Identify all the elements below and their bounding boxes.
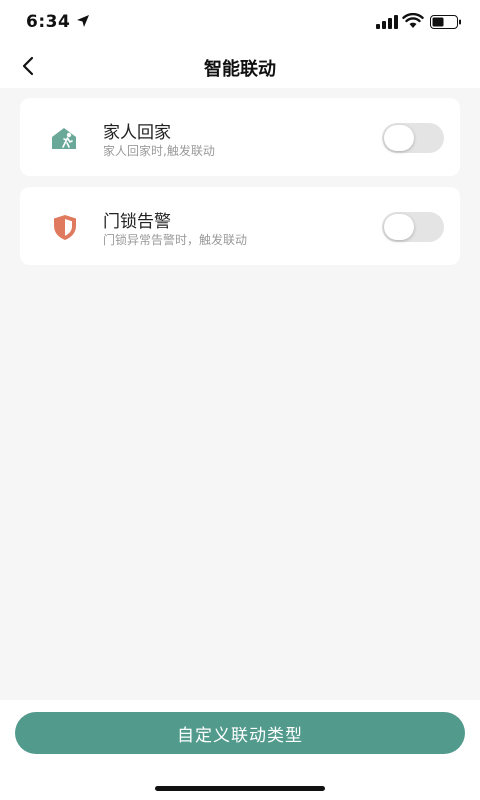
cellular-signal-icon xyxy=(376,15,398,29)
linkage-card-lock-alarm: 门锁告警 门锁异常告警时，触发联动 xyxy=(20,187,460,265)
family-home-toggle[interactable] xyxy=(382,123,444,153)
status-time: 6:34 xyxy=(26,12,71,32)
linkage-subtitle: 家人回家时,触发联动 xyxy=(103,144,215,158)
lock-alarm-toggle[interactable] xyxy=(382,212,444,242)
nav-bar: 智能联动 xyxy=(0,44,480,88)
custom-linkage-button[interactable]: 自定义联动类型 xyxy=(15,712,465,754)
linkage-title: 门锁告警 xyxy=(103,212,171,232)
battery-icon xyxy=(430,15,461,29)
wifi-icon xyxy=(402,13,424,28)
linkage-subtitle: 门锁异常告警时，触发联动 xyxy=(103,233,248,247)
toggle-knob xyxy=(384,125,414,151)
page-title: 智能联动 xyxy=(204,59,276,80)
location-arrow-icon xyxy=(77,15,89,27)
home-arrival-icon xyxy=(52,128,76,149)
linkage-card-family-home: 家人回家 家人回家时,触发联动 xyxy=(20,98,460,176)
bottom-bar: 自定义联动类型 xyxy=(0,700,480,800)
linkage-title: 家人回家 xyxy=(103,123,171,143)
status-bar: 6:34 xyxy=(0,0,480,44)
home-indicator xyxy=(155,786,325,791)
shield-icon xyxy=(54,215,76,240)
toggle-knob xyxy=(384,214,414,240)
linkage-list: 家人回家 家人回家时,触发联动 门锁告警 门锁异常告警时，触发联动 xyxy=(0,88,480,700)
